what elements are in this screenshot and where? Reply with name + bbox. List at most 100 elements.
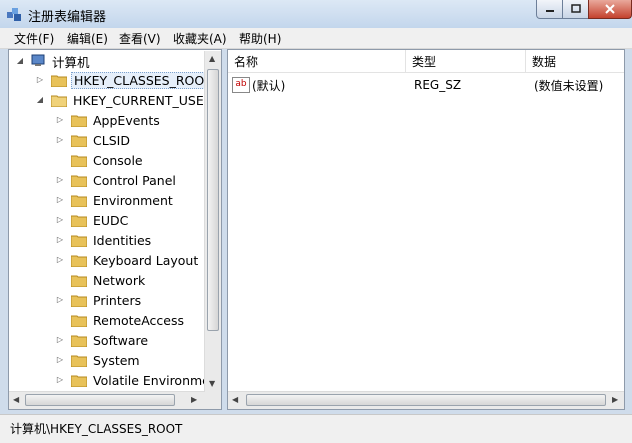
string-value-icon: ab	[232, 77, 250, 93]
folder-icon	[70, 154, 88, 167]
window-title: 注册表编辑器	[28, 10, 107, 25]
tree-label-child: Printers	[93, 292, 142, 308]
value-data: (数值未设置)	[534, 78, 604, 93]
scroll-thumb[interactable]	[207, 69, 219, 331]
expand-arrow-icon[interactable]: ▷	[55, 175, 65, 185]
tree-node-child[interactable]: ▷ Environment	[55, 190, 175, 210]
value-type: REG_SZ	[414, 78, 462, 92]
column-header-type[interactable]: 类型	[406, 50, 526, 72]
tree-node-child[interactable]: ▷ Identities	[55, 230, 153, 250]
folder-icon	[70, 214, 88, 227]
scrollbar-corner	[204, 392, 221, 409]
tree-label-child: Console	[93, 152, 143, 168]
folder-icon	[70, 174, 88, 187]
folder-icon	[70, 114, 88, 127]
tree-node-child[interactable]: ▷ System	[55, 350, 142, 370]
close-icon	[605, 4, 615, 14]
title-bar[interactable]: 注册表编辑器	[0, 0, 632, 28]
tree-node-child[interactable]: ▷ EUDC	[55, 210, 130, 230]
tree-node-child[interactable]: ▷ Keyboard Layout	[55, 250, 200, 270]
menu-favorites[interactable]: 收藏夹(A)	[171, 30, 229, 47]
expand-arrow-icon[interactable]: ▷	[55, 335, 65, 345]
tree-vertical-scrollbar[interactable]: ▲ ▼	[204, 51, 221, 393]
menu-view[interactable]: 查看(V)	[117, 30, 163, 47]
folder-icon	[70, 234, 88, 247]
status-path: 计算机\HKEY_CLASSES_ROOT	[10, 422, 183, 436]
scroll-up-arrow-icon[interactable]: ▲	[209, 54, 215, 63]
tree-label-hkcr: HKEY_CLASSES_ROOT	[71, 71, 215, 89]
tree-node-child[interactable]: Network	[55, 270, 147, 290]
tree-node-child[interactable]: ▷ Software	[55, 330, 150, 350]
folder-icon	[70, 294, 88, 307]
tree-label-child: Identities	[93, 232, 152, 248]
collapse-arrow-icon[interactable]: ◢	[15, 56, 25, 66]
value-name: (默认)	[252, 78, 286, 93]
expand-arrow-icon[interactable]: ▷	[55, 115, 65, 125]
expand-arrow-icon[interactable]: ▷	[55, 135, 65, 145]
scroll-thumb[interactable]	[25, 394, 175, 406]
folder-open-icon	[50, 94, 68, 107]
folder-icon	[70, 134, 88, 147]
scroll-left-arrow-icon[interactable]: ◀	[232, 395, 238, 404]
tree-label-computer: 计算机	[52, 54, 90, 70]
scroll-left-arrow-icon[interactable]: ◀	[13, 395, 19, 404]
scroll-right-arrow-icon[interactable]: ▶	[191, 395, 197, 404]
menu-help[interactable]: 帮助(H)	[237, 30, 283, 47]
expand-arrow-icon[interactable]: ▷	[55, 235, 65, 245]
folder-icon	[70, 374, 88, 387]
registry-tree[interactable]: ◢ 计算机 ▷ HKEY_CLASSES_ROOT ◢ HKEY_CURRENT…	[8, 49, 222, 410]
tree-node-child[interactable]: ▷ Control Panel	[55, 170, 178, 190]
tree-node-child[interactable]: ▷ CLSID	[55, 130, 132, 150]
tree-node-computer[interactable]: ◢ 计算机	[15, 51, 92, 71]
folder-icon	[70, 194, 88, 207]
column-header-data[interactable]: 数据	[526, 50, 624, 72]
tree-node-hkcu[interactable]: ◢ HKEY_CURRENT_USER	[35, 90, 214, 110]
tree-node-child[interactable]: ▷ Printers	[55, 290, 143, 310]
expand-arrow-icon[interactable]: ▷	[55, 215, 65, 225]
folder-icon	[50, 74, 68, 87]
status-bar: 计算机\HKEY_CLASSES_ROOT	[0, 414, 632, 443]
computer-icon	[31, 54, 45, 66]
menu-file[interactable]: 文件(F)	[12, 30, 56, 47]
tree-label-child: Environment	[93, 192, 173, 208]
scroll-thumb[interactable]	[246, 394, 606, 406]
regedit-window: 注册表编辑器 文件(F) 编辑(E) 查看(V) 收藏夹(A) 帮助(H) ◢ …	[0, 0, 632, 443]
tree-node-child[interactable]: Console	[55, 150, 145, 170]
tree-horizontal-scrollbar[interactable]: ◀ ▶	[9, 391, 204, 409]
expand-arrow-icon[interactable]: ▷	[55, 255, 65, 265]
maximize-icon	[570, 4, 581, 13]
folder-icon	[70, 354, 88, 367]
minimize-button[interactable]	[536, 0, 563, 19]
expand-arrow-icon[interactable]: ▷	[55, 375, 65, 385]
scroll-right-arrow-icon[interactable]: ▶	[612, 395, 618, 404]
column-name-label: 名称	[234, 54, 259, 69]
tree-node-child[interactable]: RemoteAccess	[55, 310, 186, 330]
folder-icon	[70, 334, 88, 347]
column-type-label: 类型	[412, 54, 437, 69]
column-header-name[interactable]: 名称	[228, 50, 406, 72]
tree-label-child: RemoteAccess	[93, 312, 185, 328]
menu-edit[interactable]: 编辑(E)	[65, 30, 110, 47]
tree-label-child: System	[93, 352, 140, 368]
expand-arrow-icon[interactable]: ▷	[55, 295, 65, 305]
table-row[interactable]: ab (默认) REG_SZ (数值未设置)	[232, 75, 624, 95]
expand-arrow-icon[interactable]: ▷	[55, 355, 65, 365]
scroll-down-arrow-icon[interactable]: ▼	[209, 379, 215, 388]
close-button[interactable]	[588, 0, 632, 19]
tree-node-hkcr[interactable]: ▷ HKEY_CLASSES_ROOT	[35, 70, 215, 90]
tree-node-child[interactable]: ▷ Volatile Environmer	[55, 370, 217, 390]
expand-arrow-icon[interactable]: ▷	[55, 195, 65, 205]
regedit-app-icon	[7, 8, 21, 21]
values-horizontal-scrollbar[interactable]: ◀ ▶	[228, 391, 624, 409]
tree-node-child[interactable]: ▷ AppEvents	[55, 110, 162, 130]
expand-arrow-icon[interactable]: ▷	[35, 75, 45, 85]
tree-label-child: CLSID	[93, 132, 130, 148]
tree-label-child: Volatile Environmer	[93, 372, 216, 388]
collapse-arrow-icon[interactable]: ◢	[35, 95, 45, 105]
maximize-button[interactable]	[562, 0, 589, 19]
folder-icon	[70, 274, 88, 287]
folder-icon	[70, 314, 88, 327]
values-list[interactable]: 名称 类型 数据 ab (默认) REG_SZ (数值未设置) ◀ ▶	[227, 49, 625, 410]
